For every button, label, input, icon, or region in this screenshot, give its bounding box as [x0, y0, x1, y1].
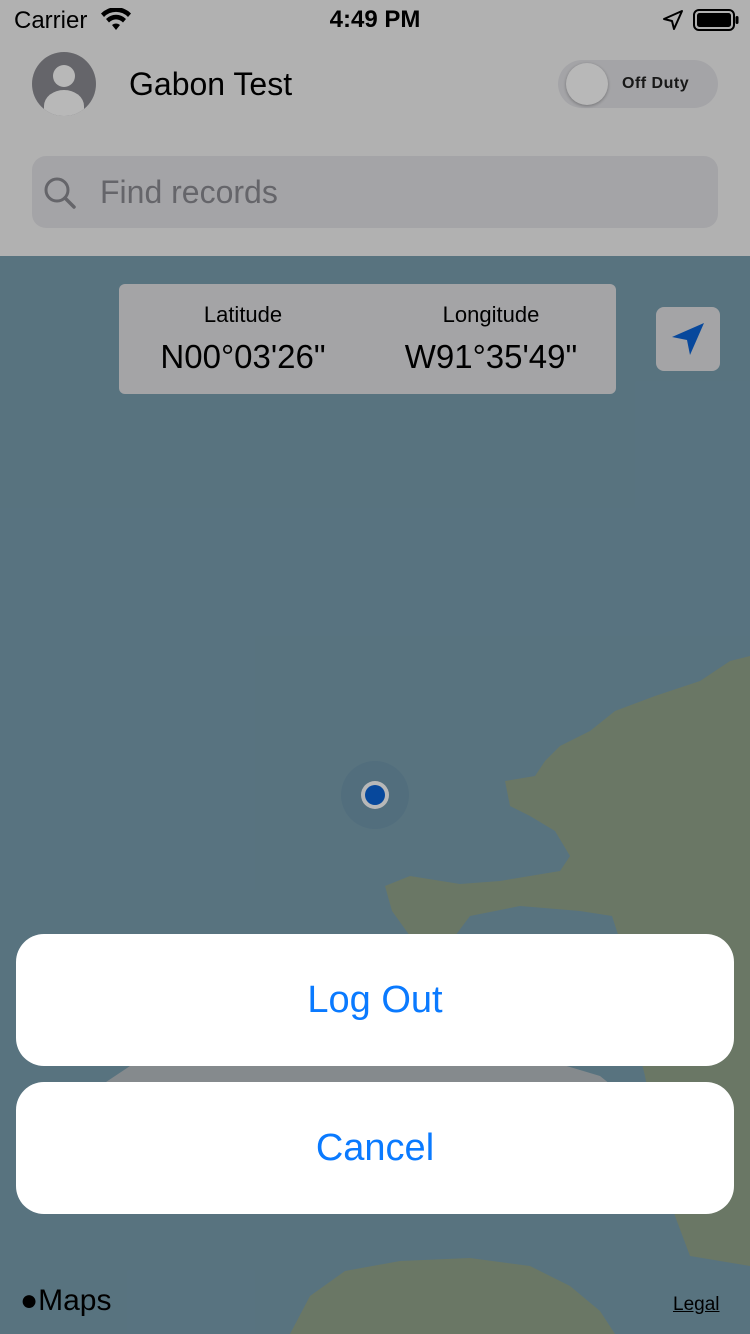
cancel-button[interactable]: Cancel: [16, 1082, 734, 1214]
logout-button[interactable]: Log Out: [16, 934, 734, 1066]
